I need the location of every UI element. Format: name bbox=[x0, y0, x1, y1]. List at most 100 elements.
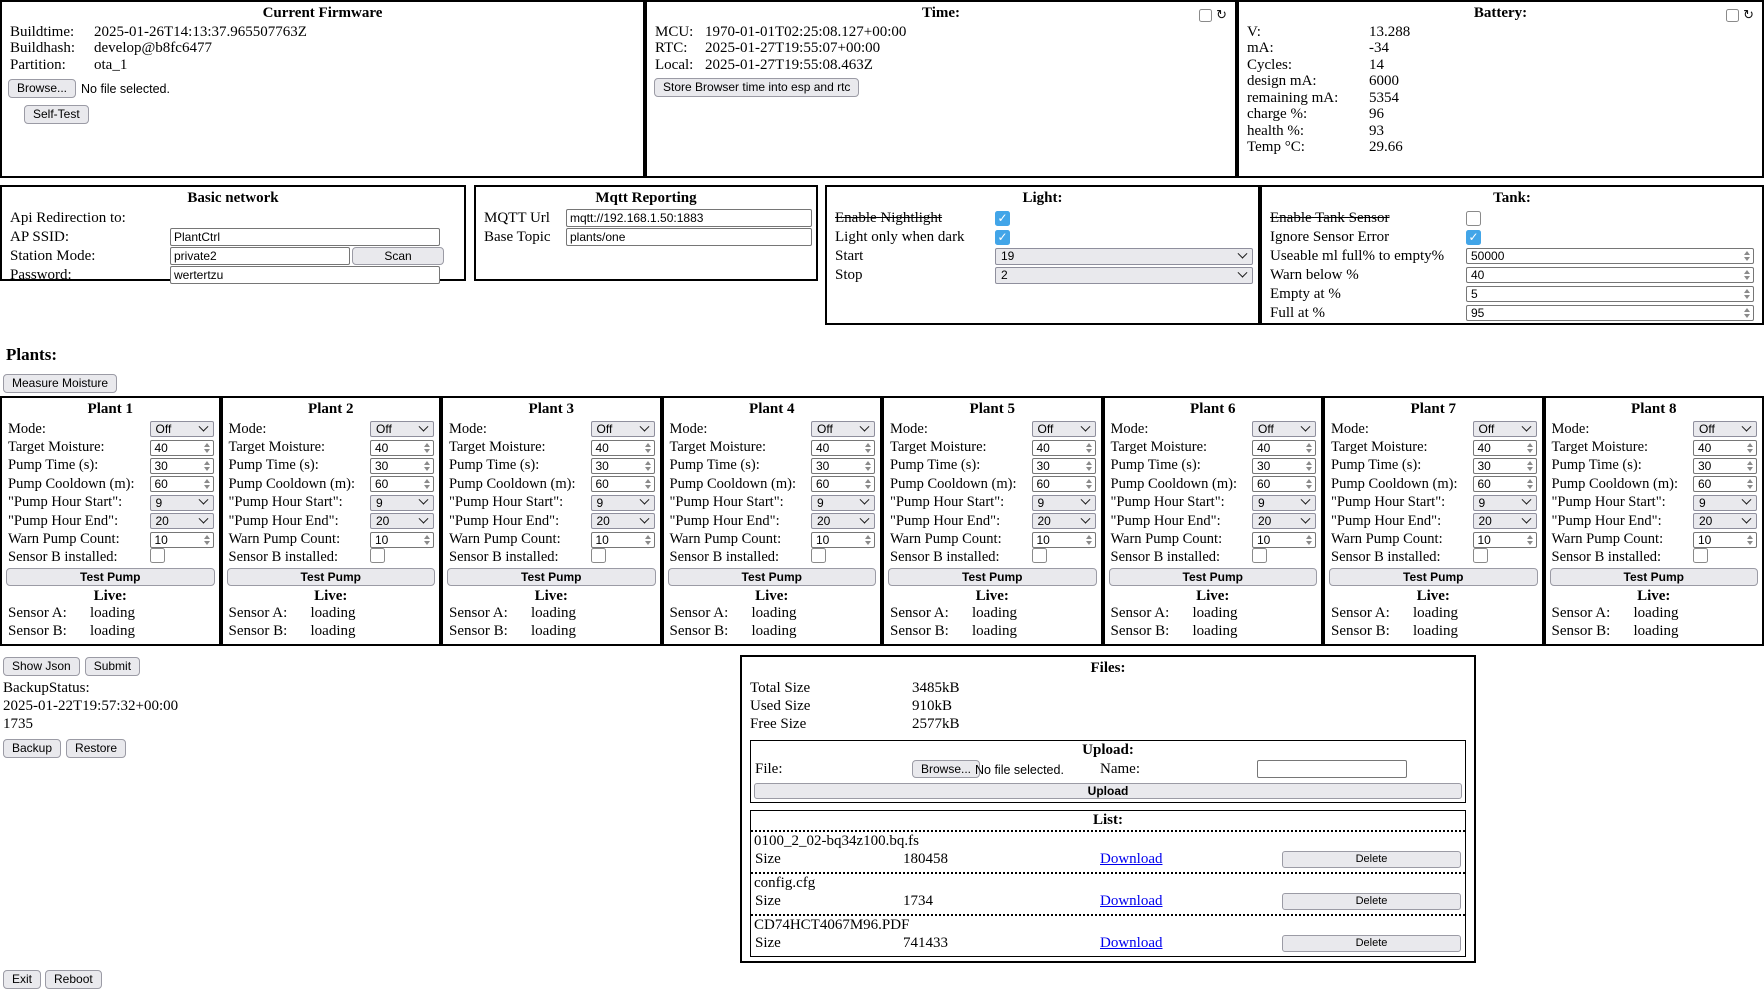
delete-button[interactable]: Delete bbox=[1282, 935, 1461, 952]
spinner-icon[interactable] bbox=[424, 461, 431, 471]
pump-hour-end-select[interactable]: 20 bbox=[1693, 513, 1757, 529]
password-input[interactable] bbox=[170, 266, 440, 284]
base-topic-input[interactable] bbox=[566, 228, 812, 246]
exit-button[interactable]: Exit bbox=[3, 970, 41, 989]
measure-moisture-button[interactable]: Measure Moisture bbox=[3, 374, 117, 393]
mode-select[interactable]: Off bbox=[1693, 421, 1757, 437]
target-moisture-input[interactable]: 40 bbox=[370, 440, 434, 456]
target-moisture-input[interactable]: 40 bbox=[1693, 440, 1757, 456]
target-moisture-input[interactable]: 40 bbox=[811, 440, 875, 456]
battery-autorefresh-checkbox[interactable] bbox=[1726, 9, 1739, 22]
warn-below-input[interactable]: 40 bbox=[1466, 267, 1754, 283]
upload-button[interactable]: Upload bbox=[754, 783, 1462, 799]
empty-at-input[interactable]: 5 bbox=[1466, 286, 1754, 302]
spinner-icon[interactable] bbox=[1527, 461, 1534, 471]
sensor-b-installed-checkbox[interactable] bbox=[1473, 548, 1488, 563]
spinner-icon[interactable] bbox=[1306, 479, 1313, 489]
pump-time-input[interactable]: 30 bbox=[1693, 458, 1757, 474]
pump-hour-start-select[interactable]: 9 bbox=[370, 495, 434, 511]
pump-hour-end-select[interactable]: 20 bbox=[150, 513, 214, 529]
full-at-input[interactable]: 95 bbox=[1466, 305, 1754, 321]
pump-hour-end-select[interactable]: 20 bbox=[591, 513, 655, 529]
pump-hour-start-select[interactable]: 9 bbox=[1252, 495, 1316, 511]
warn-pump-count-input[interactable]: 10 bbox=[811, 532, 875, 548]
reboot-button[interactable]: Reboot bbox=[45, 970, 102, 989]
mqtt-url-input[interactable] bbox=[566, 209, 812, 227]
spinner-icon[interactable] bbox=[204, 461, 211, 471]
mode-select[interactable]: Off bbox=[1473, 421, 1537, 437]
warn-pump-count-input[interactable]: 10 bbox=[1473, 532, 1537, 548]
spinner-icon[interactable] bbox=[645, 461, 652, 471]
pump-time-input[interactable]: 30 bbox=[811, 458, 875, 474]
spinner-icon[interactable] bbox=[1306, 535, 1313, 545]
test-pump-button[interactable]: Test Pump bbox=[1550, 568, 1759, 586]
download-link[interactable]: Download bbox=[1100, 851, 1163, 868]
spinner-icon[interactable] bbox=[1747, 443, 1754, 453]
spinner-icon[interactable] bbox=[645, 535, 652, 545]
light-when-dark-checkbox[interactable] bbox=[995, 230, 1010, 245]
upload-browse-button[interactable]: Browse... bbox=[912, 760, 980, 778]
test-pump-button[interactable]: Test Pump bbox=[1329, 568, 1538, 586]
test-pump-button[interactable]: Test Pump bbox=[888, 568, 1097, 586]
target-moisture-input[interactable]: 40 bbox=[1473, 440, 1537, 456]
warn-pump-count-input[interactable]: 10 bbox=[1252, 532, 1316, 548]
spinner-icon[interactable] bbox=[1086, 479, 1093, 489]
pump-time-input[interactable]: 30 bbox=[1252, 458, 1316, 474]
mode-select[interactable]: Off bbox=[370, 421, 434, 437]
delete-button[interactable]: Delete bbox=[1282, 893, 1461, 910]
restore-button[interactable]: Restore bbox=[66, 739, 126, 758]
pump-hour-start-select[interactable]: 9 bbox=[150, 495, 214, 511]
delete-button[interactable]: Delete bbox=[1282, 851, 1461, 868]
warn-pump-count-input[interactable]: 10 bbox=[370, 532, 434, 548]
spinner-icon[interactable] bbox=[424, 535, 431, 545]
pump-hour-start-select[interactable]: 9 bbox=[1693, 495, 1757, 511]
spinner-icon[interactable] bbox=[1747, 535, 1754, 545]
store-time-button[interactable]: Store Browser time into esp and rtc bbox=[654, 78, 859, 97]
pump-cooldown-input[interactable]: 60 bbox=[1473, 476, 1537, 492]
pump-hour-end-select[interactable]: 20 bbox=[1473, 513, 1537, 529]
pump-hour-end-select[interactable]: 20 bbox=[1252, 513, 1316, 529]
battery-refresh-icon[interactable]: ↻ bbox=[1743, 9, 1754, 22]
spinner-icon[interactable] bbox=[1744, 270, 1751, 280]
warn-pump-count-input[interactable]: 10 bbox=[591, 532, 655, 548]
tank-enable-checkbox[interactable] bbox=[1466, 211, 1481, 226]
pump-cooldown-input[interactable]: 60 bbox=[591, 476, 655, 492]
firmware-browse-button[interactable]: Browse... bbox=[8, 79, 76, 98]
target-moisture-input[interactable]: 40 bbox=[1252, 440, 1316, 456]
spinner-icon[interactable] bbox=[1527, 535, 1534, 545]
upload-name-input[interactable] bbox=[1257, 760, 1407, 778]
pump-cooldown-input[interactable]: 60 bbox=[811, 476, 875, 492]
spinner-icon[interactable] bbox=[865, 461, 872, 471]
spinner-icon[interactable] bbox=[1306, 461, 1313, 471]
target-moisture-input[interactable]: 40 bbox=[150, 440, 214, 456]
light-stop-select[interactable]: 2 bbox=[995, 267, 1253, 284]
pump-time-input[interactable]: 30 bbox=[150, 458, 214, 474]
spinner-icon[interactable] bbox=[1306, 443, 1313, 453]
download-link[interactable]: Download bbox=[1100, 935, 1163, 952]
light-start-select[interactable]: 19 bbox=[995, 248, 1253, 265]
pump-hour-start-select[interactable]: 9 bbox=[811, 495, 875, 511]
show-json-button[interactable]: Show Json bbox=[3, 657, 80, 676]
pump-cooldown-input[interactable]: 60 bbox=[1032, 476, 1096, 492]
spinner-icon[interactable] bbox=[1744, 308, 1751, 318]
sensor-b-installed-checkbox[interactable] bbox=[1693, 548, 1708, 563]
test-pump-button[interactable]: Test Pump bbox=[1109, 568, 1318, 586]
pump-time-input[interactable]: 30 bbox=[591, 458, 655, 474]
spinner-icon[interactable] bbox=[645, 479, 652, 489]
pump-time-input[interactable]: 30 bbox=[1473, 458, 1537, 474]
sensor-b-installed-checkbox[interactable] bbox=[811, 548, 826, 563]
test-pump-button[interactable]: Test Pump bbox=[227, 568, 436, 586]
pump-hour-end-select[interactable]: 20 bbox=[1032, 513, 1096, 529]
sensor-b-installed-checkbox[interactable] bbox=[1032, 548, 1047, 563]
test-pump-button[interactable]: Test Pump bbox=[447, 568, 656, 586]
pump-cooldown-input[interactable]: 60 bbox=[1252, 476, 1316, 492]
pump-hour-start-select[interactable]: 9 bbox=[1473, 495, 1537, 511]
download-link[interactable]: Download bbox=[1100, 893, 1163, 910]
spinner-icon[interactable] bbox=[1527, 479, 1534, 489]
spinner-icon[interactable] bbox=[1744, 251, 1751, 261]
scan-button[interactable]: Scan bbox=[352, 247, 444, 265]
pump-hour-start-select[interactable]: 9 bbox=[1032, 495, 1096, 511]
spinner-icon[interactable] bbox=[204, 443, 211, 453]
spinner-icon[interactable] bbox=[1527, 443, 1534, 453]
spinner-icon[interactable] bbox=[865, 479, 872, 489]
